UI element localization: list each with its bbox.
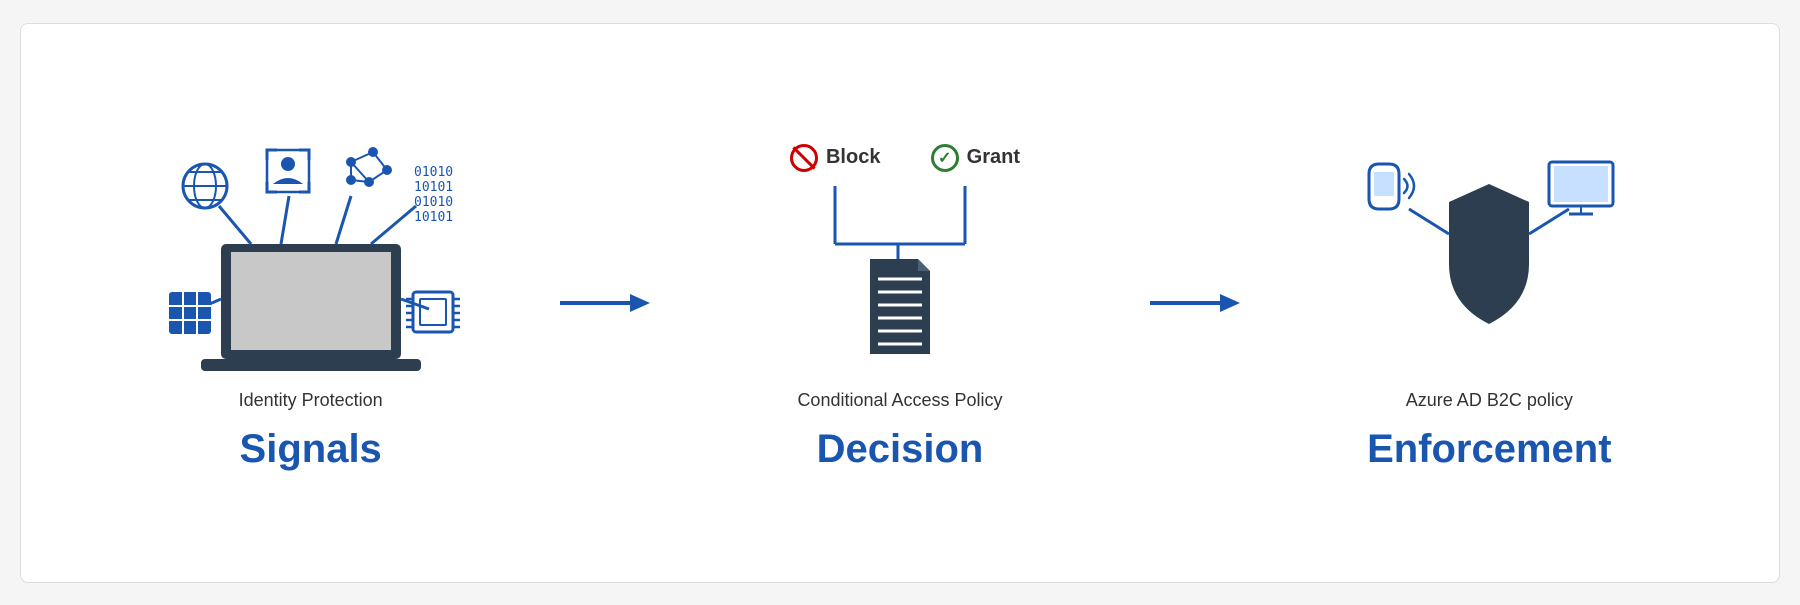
- svg-text:01010: 01010: [414, 165, 453, 180]
- signals-sub-label: Identity Protection: [239, 390, 383, 411]
- signals-section: 01010 10101 01010 10101: [61, 134, 560, 472]
- signals-main-label: Signals: [240, 427, 382, 472]
- arrow-2: [1150, 288, 1240, 318]
- signals-illustration: 01010 10101 01010 10101: [151, 134, 471, 374]
- decision-section: Block ✓ Grant: [650, 134, 1149, 472]
- arrow-1: [560, 288, 650, 318]
- decision-illustration: Block ✓ Grant: [750, 134, 1050, 374]
- enforcement-section: Azure AD B2C policy Enforcement: [1240, 134, 1739, 472]
- enforcement-sub-label: Azure AD B2C policy: [1406, 390, 1573, 411]
- decision-sub-label: Conditional Access Policy: [797, 390, 1002, 411]
- enforcement-illustration: [1339, 134, 1639, 374]
- svg-text:01010: 01010: [414, 195, 453, 210]
- decision-main-label: Decision: [817, 427, 984, 472]
- main-container: 01010 10101 01010 10101: [20, 23, 1780, 583]
- enforcement-main-label: Enforcement: [1367, 427, 1612, 472]
- svg-text:10101: 10101: [414, 180, 453, 195]
- svg-text:10101: 10101: [414, 210, 453, 225]
